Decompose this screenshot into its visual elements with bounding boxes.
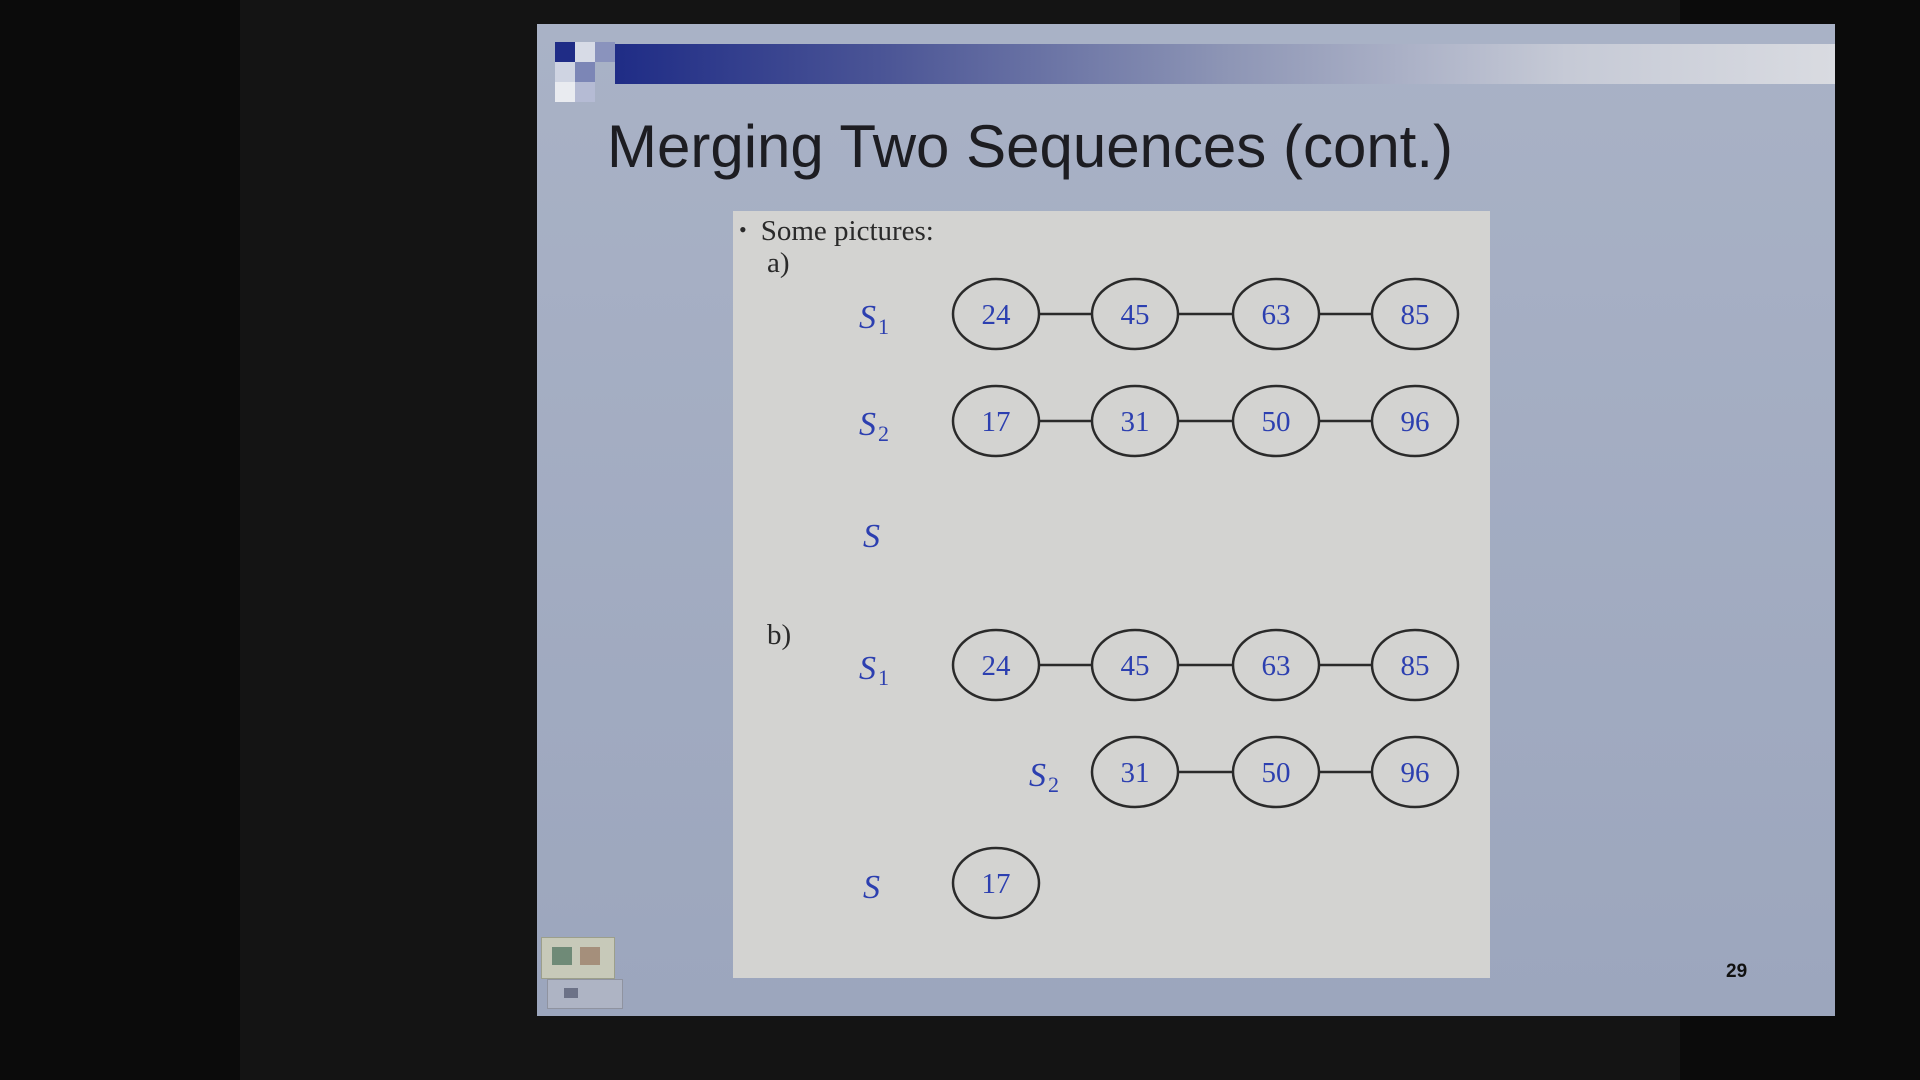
section-b-s1-node-value: 63 xyxy=(1262,650,1291,682)
section-a-s2-node-value: 17 xyxy=(982,406,1011,438)
section-b-s1-node-value: 45 xyxy=(1121,650,1150,682)
slideshow-control-icon-left xyxy=(552,947,572,965)
video-frame: Merging Two Sequences (cont.) • Some pict… xyxy=(240,0,1835,1080)
section-b-s1-row: 24 45 63 85 xyxy=(951,628,1460,702)
section-a-s1-node-value: 63 xyxy=(1262,299,1291,331)
title-gradient-bar xyxy=(615,44,1835,84)
slide-title: Merging Two Sequences (cont.) xyxy=(607,113,1454,180)
section-a-s2-node-value: 96 xyxy=(1401,406,1430,438)
section-a-s1-node-value: 85 xyxy=(1401,299,1430,331)
section-a-s2-row: 17 31 50 96 xyxy=(951,384,1460,458)
slideshow-control-icon-right xyxy=(580,947,600,965)
page-number: 29 xyxy=(1726,961,1748,982)
corner-decoration xyxy=(595,42,615,62)
section-b-s2-node-value: 96 xyxy=(1401,757,1430,789)
corner-decoration xyxy=(555,42,575,62)
section-b-s2-node-value: 50 xyxy=(1262,757,1291,789)
sequence-nodes-canvas: 24 45 63 85 17 31 50 96 24 45 63 85 31 50 96 17 xyxy=(951,277,1460,920)
section-b-s1-node-value: 85 xyxy=(1401,650,1430,682)
slideshow-control-icon[interactable] xyxy=(541,937,615,979)
section-b-s-row: 17 xyxy=(951,846,1041,920)
section-a-s2-node-value: 31 xyxy=(1121,406,1150,438)
section-a-s1-row: 24 45 63 85 xyxy=(951,277,1460,351)
corner-decoration xyxy=(575,62,595,82)
merge-figure: • Some pictures: a) S1 S2 S b) S1 S2 S 24… xyxy=(733,211,1490,978)
section-b-s2-node-value: 31 xyxy=(1121,757,1150,789)
corner-decoration xyxy=(575,82,595,102)
presentation-slide: Merging Two Sequences (cont.) • Some pict… xyxy=(537,24,1835,1016)
corner-decoration xyxy=(555,62,575,82)
navigation-control-icon[interactable] xyxy=(547,979,623,1009)
section-b-s1-node-value: 24 xyxy=(982,650,1012,682)
section-a-s2-node-value: 50 xyxy=(1262,406,1291,438)
section-b-s2-row: 31 50 96 xyxy=(1090,735,1460,809)
navigation-control-glyph xyxy=(564,988,578,998)
section-a-s1-node-value: 45 xyxy=(1121,299,1150,331)
section-a-s1-node-value: 24 xyxy=(982,299,1012,331)
corner-decoration xyxy=(555,82,575,102)
corner-decoration xyxy=(575,42,595,62)
section-b-s-node-value: 17 xyxy=(982,868,1011,900)
